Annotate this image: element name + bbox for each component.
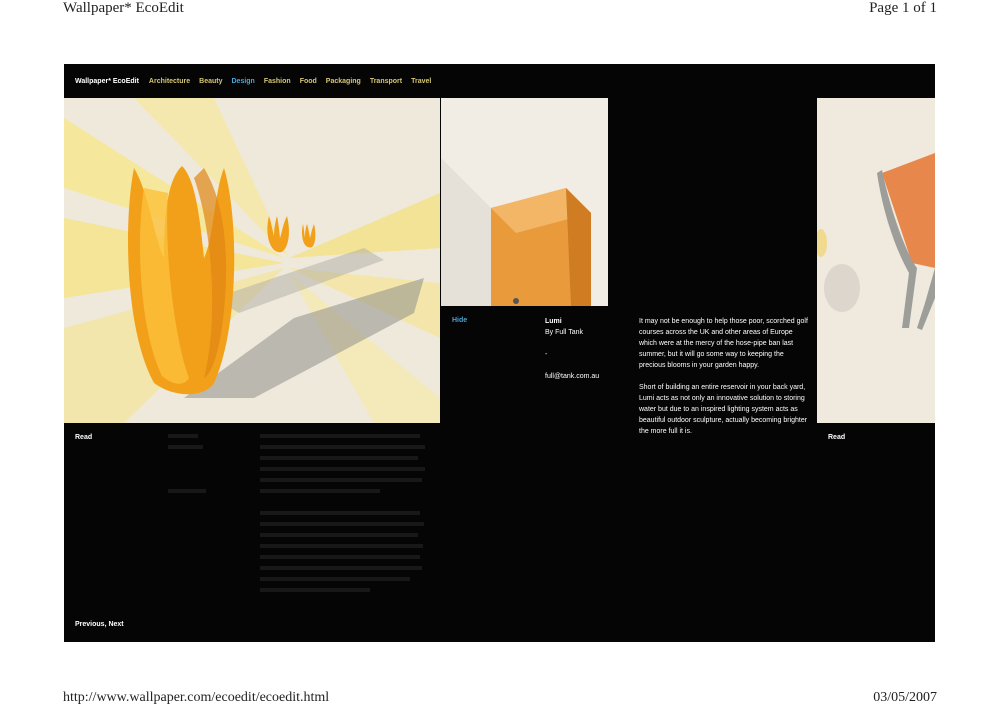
nav-beauty[interactable]: Beauty <box>199 78 222 85</box>
ecoedit-screen: Wallpaper* EcoEdit Architecture Beauty D… <box>64 64 935 642</box>
nav-food[interactable]: Food <box>300 78 317 85</box>
product-designer: By Full Tank <box>545 329 583 336</box>
contact-email[interactable]: full@tank.com.au <box>545 371 599 382</box>
nav-travel[interactable]: Travel <box>411 78 431 85</box>
brand-logo[interactable]: Wallpaper* EcoEdit <box>75 78 139 85</box>
read-link-right[interactable]: Read <box>828 432 845 443</box>
ghost-text-block <box>168 432 433 592</box>
pdf-header-title: Wallpaper* EcoEdit <box>63 0 184 16</box>
pdf-date: 03/05/2007 <box>873 690 937 705</box>
nav-transport[interactable]: Transport <box>370 78 402 85</box>
nav-architecture[interactable]: Architecture <box>149 78 190 85</box>
product-title: Lumi <box>545 318 562 325</box>
nav-packaging[interactable]: Packaging <box>326 78 361 85</box>
nav-design[interactable]: Design <box>232 78 255 85</box>
hide-link[interactable]: Hide <box>452 315 467 326</box>
description-para-2: Short of building an entire reservoir in… <box>639 384 808 435</box>
product-separator: - <box>545 351 548 358</box>
pdf-page-label: Page 1 of 1 <box>869 0 937 16</box>
pager-previous-next[interactable]: Previous, Next <box>75 619 124 630</box>
lumi-main-image[interactable] <box>64 98 440 423</box>
lumi-detail-image[interactable] <box>441 98 608 306</box>
description-para-1: It may not be enough to help those poor,… <box>639 318 808 369</box>
top-nav: Wallpaper* EcoEdit Architecture Beauty D… <box>64 64 440 98</box>
next-product-image[interactable] <box>817 98 935 423</box>
pdf-url: http://www.wallpaper.com/ecoedit/ecoedit… <box>63 690 330 705</box>
nav-fashion[interactable]: Fashion <box>264 78 291 85</box>
read-link[interactable]: Read <box>75 432 92 443</box>
